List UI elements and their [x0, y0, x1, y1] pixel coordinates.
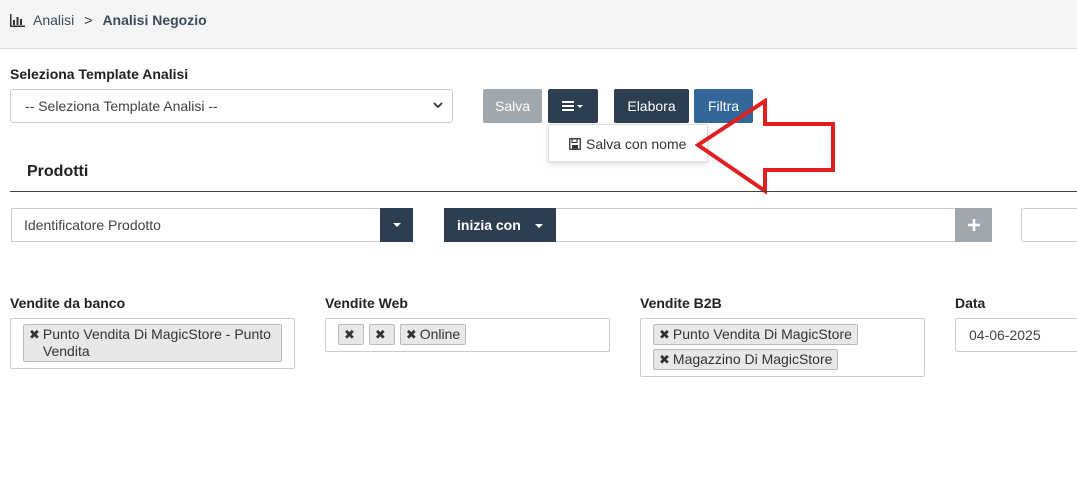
floppy-disk-icon: [569, 138, 581, 150]
breadcrumb: Analisi > Analisi Negozio: [10, 12, 207, 28]
tag-label: Punto Vendita Di MagicStore: [672, 326, 852, 342]
remove-tag-icon[interactable]: ✖: [406, 326, 417, 343]
plus-icon: [967, 219, 980, 231]
tag-web-empty-1[interactable]: ✖: [338, 324, 364, 345]
save-menu-button[interactable]: [548, 89, 598, 123]
annotation-arrow-icon: [695, 98, 835, 195]
date-label: Data: [955, 295, 986, 311]
product-field-select[interactable]: Identificatore Prodotto: [11, 208, 381, 242]
banco-multiselect[interactable]: ✖ Punto Vendita Di MagicStore - Punto Ve…: [10, 318, 295, 369]
condition-label: inizia con: [457, 217, 521, 233]
remove-tag-icon[interactable]: ✖: [659, 326, 670, 343]
save-button[interactable]: Salva: [483, 89, 542, 123]
bar-chart-icon: [10, 13, 25, 27]
products-section-title: Prodotti: [27, 163, 89, 180]
hamburger-icon: [562, 101, 583, 111]
tag-web-empty-2[interactable]: ✖: [368, 324, 395, 345]
tag-label: Magazzino Di MagicStore: [672, 351, 833, 367]
web-multiselect[interactable]: ✖ ✖ ✖ Online: [325, 318, 610, 352]
tag-web-online[interactable]: ✖ Online: [399, 324, 467, 345]
remove-tag-icon[interactable]: ✖: [29, 326, 40, 343]
breadcrumb-link-analisi[interactable]: Analisi: [33, 12, 74, 28]
caret-down-icon: [392, 223, 401, 227]
divider: [10, 191, 1077, 192]
banco-label: Vendite da banco: [10, 295, 126, 311]
add-filter-button[interactable]: [955, 208, 992, 242]
tag-banco-punto-vendita[interactable]: ✖ Punto Vendita Di MagicStore - Punto Ve…: [23, 324, 282, 362]
template-select[interactable]: -- Seleziona Template Analisi --: [10, 89, 453, 123]
elabora-button[interactable]: Elabora: [614, 89, 689, 123]
breadcrumb-current: Analisi Negozio: [102, 12, 207, 28]
condition-value-input[interactable]: [556, 208, 956, 242]
menu-item-save-as[interactable]: Salva con nome: [569, 136, 686, 152]
date-input[interactable]: 04-06-2025: [955, 318, 1077, 352]
menu-item-save-as-label: Salva con nome: [586, 136, 687, 152]
web-label: Vendite Web: [325, 295, 408, 311]
b2b-label: Vendite B2B: [640, 295, 722, 311]
product-field-dropdown-button[interactable]: [380, 208, 413, 242]
tag-b2b-magazzino[interactable]: ✖ Magazzino Di MagicStore: [653, 349, 839, 370]
extra-input[interactable]: [1021, 208, 1077, 242]
top-bar: Analisi > Analisi Negozio: [0, 0, 1077, 49]
condition-dropdown-button[interactable]: inizia con: [444, 208, 556, 242]
caret-down-icon: [535, 224, 543, 228]
template-select-value: -- Seleziona Template Analisi --: [25, 98, 218, 114]
remove-tag-icon[interactable]: ✖: [659, 351, 670, 368]
chevron-down-icon: [433, 102, 443, 109]
remove-tag-icon[interactable]: ✖: [344, 326, 355, 343]
template-label: Seleziona Template Analisi: [10, 66, 189, 82]
remove-tag-icon[interactable]: ✖: [375, 326, 386, 343]
breadcrumb-separator: >: [84, 12, 93, 28]
tag-b2b-punto-vendita[interactable]: ✖ Punto Vendita Di MagicStore: [653, 324, 858, 345]
tag-label: Punto Vendita Di MagicStore - Punto Vend…: [42, 326, 271, 359]
b2b-multiselect[interactable]: ✖ Punto Vendita Di MagicStore ✖ Magazzin…: [640, 318, 925, 377]
save-menu-dropdown: Salva con nome: [548, 124, 708, 162]
tag-label: Online: [419, 326, 461, 342]
